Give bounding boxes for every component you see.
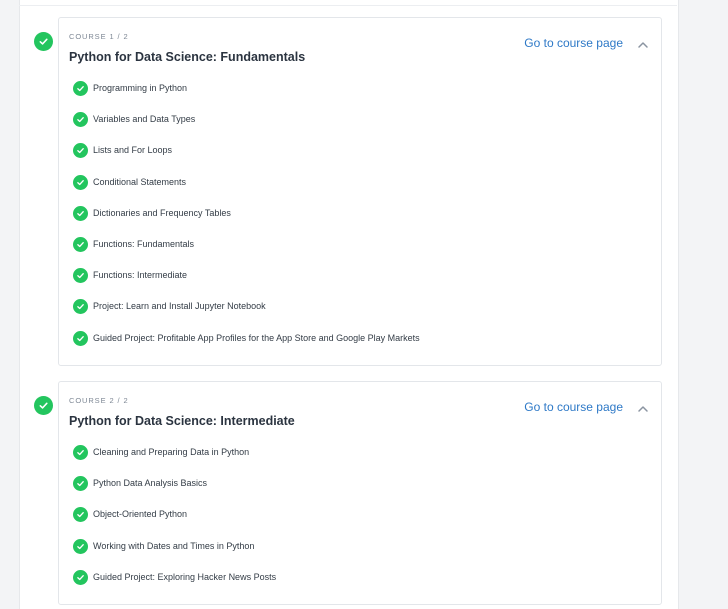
- lesson-item[interactable]: Object-Oriented Python: [73, 507, 276, 538]
- lesson-item[interactable]: Functions: Intermediate: [73, 268, 420, 299]
- lesson-list: Programming in Python Variables and Data…: [73, 81, 420, 362]
- lesson-title[interactable]: Object-Oriented Python: [93, 509, 187, 519]
- lesson-title[interactable]: Cleaning and Preparing Data in Python: [93, 447, 249, 457]
- course-card: COURSE 1 / 2 Python for Data Science: Fu…: [58, 17, 662, 366]
- lesson-item[interactable]: Guided Project: Exploring Hacker News Po…: [73, 569, 276, 601]
- course-complete-check-icon: [34, 32, 53, 51]
- divider: [19, 5, 677, 6]
- lesson-item[interactable]: Cleaning and Preparing Data in Python: [73, 445, 276, 476]
- lesson-title[interactable]: Project: Learn and Install Jupyter Noteb…: [93, 301, 266, 311]
- check-icon: [73, 538, 88, 554]
- go-to-course-page-link[interactable]: Go to course page: [524, 36, 623, 50]
- lesson-item[interactable]: Variables and Data Types: [73, 112, 420, 143]
- lesson-title[interactable]: Functions: Fundamentals: [93, 239, 194, 249]
- lesson-title[interactable]: Conditional Statements: [93, 177, 186, 187]
- lesson-item[interactable]: Lists and For Loops: [73, 143, 420, 174]
- lesson-item[interactable]: Guided Project: Profitable App Profiles …: [73, 330, 420, 362]
- lesson-item[interactable]: Python Data Analysis Basics: [73, 476, 276, 507]
- lesson-title[interactable]: Dictionaries and Frequency Tables: [93, 208, 231, 218]
- chevron-up-icon[interactable]: [636, 38, 650, 52]
- check-icon: [73, 112, 88, 128]
- check-icon: [73, 143, 88, 159]
- course-complete-check-icon: [34, 396, 53, 415]
- course-title: Python for Data Science: Intermediate: [69, 414, 295, 428]
- lesson-item[interactable]: Working with Dates and Times in Python: [73, 538, 276, 570]
- lesson-item[interactable]: Dictionaries and Frequency Tables: [73, 205, 420, 237]
- check-icon: [73, 476, 88, 492]
- check-icon: [73, 330, 88, 346]
- lesson-item[interactable]: Functions: Fundamentals: [73, 236, 420, 268]
- check-icon: [73, 236, 88, 252]
- check-icon: [73, 299, 88, 315]
- lesson-list: Cleaning and Preparing Data in Python Py…: [73, 445, 276, 601]
- lesson-title[interactable]: Guided Project: Profitable App Profiles …: [93, 333, 420, 343]
- check-icon: [73, 569, 88, 585]
- course-number-label: COURSE 1 / 2: [69, 32, 129, 41]
- lesson-title[interactable]: Guided Project: Exploring Hacker News Po…: [93, 572, 276, 582]
- lesson-title[interactable]: Programming in Python: [93, 83, 187, 93]
- lesson-item[interactable]: Project: Learn and Install Jupyter Noteb…: [73, 299, 420, 330]
- course-number-label: COURSE 2 / 2: [69, 396, 129, 405]
- go-to-course-page-link[interactable]: Go to course page: [524, 400, 623, 414]
- course-title: Python for Data Science: Fundamentals: [69, 50, 306, 64]
- check-icon: [73, 268, 88, 284]
- lesson-title[interactable]: Python Data Analysis Basics: [93, 478, 207, 488]
- check-icon: [73, 445, 88, 460]
- check-icon: [73, 174, 88, 190]
- check-icon: [73, 205, 88, 221]
- chevron-up-icon[interactable]: [636, 402, 650, 416]
- lesson-item[interactable]: Programming in Python: [73, 81, 420, 112]
- lesson-title[interactable]: Variables and Data Types: [93, 114, 195, 124]
- lesson-title[interactable]: Functions: Intermediate: [93, 270, 187, 280]
- check-icon: [73, 507, 88, 523]
- lesson-title[interactable]: Lists and For Loops: [93, 145, 172, 155]
- course-card: COURSE 2 / 2 Python for Data Science: In…: [58, 381, 662, 605]
- lesson-item[interactable]: Conditional Statements: [73, 174, 420, 206]
- lesson-title[interactable]: Working with Dates and Times in Python: [93, 541, 254, 551]
- check-icon: [73, 81, 88, 96]
